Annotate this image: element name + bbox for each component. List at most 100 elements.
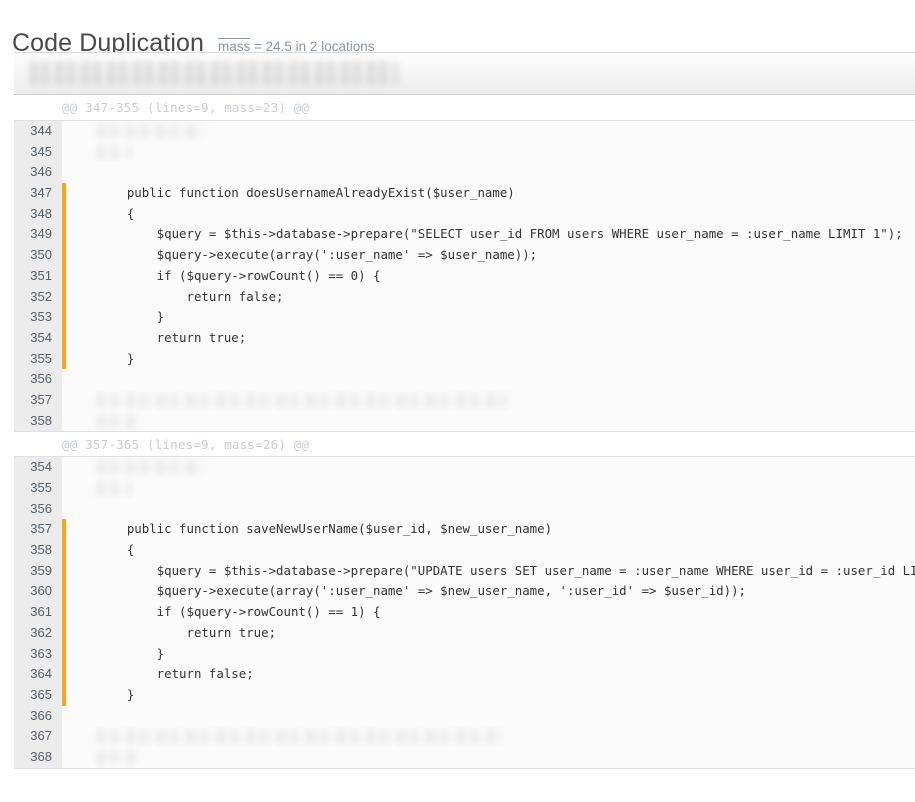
code-line-row: 354 (14, 457, 915, 478)
line-number: 354 (14, 327, 62, 349)
page-header: Code Duplication mass = 24.5 in 2 locati… (0, 0, 915, 55)
code-line-text (66, 390, 915, 411)
line-number: 361 (14, 602, 62, 623)
code-line-text: { (97, 542, 135, 558)
line-number: 352 (14, 286, 62, 308)
code-line-row: 367 (14, 726, 915, 747)
duplication-card: @@ 347-355 (lines=9, mass=23) @@ 344 345 34… (14, 52, 915, 769)
code-line-text (66, 142, 915, 163)
code-line-text: $query->execute(array(':user_name' => $n… (97, 583, 747, 599)
redacted-code-text (97, 392, 507, 408)
code-line-row: 350 $query->execute(array(':user_name' =… (14, 245, 915, 266)
code-line-row: 365 } (14, 684, 915, 706)
redacted-code-text (97, 729, 502, 745)
code-line-text (66, 369, 915, 390)
code-line-text (66, 747, 915, 768)
line-number: 349 (14, 224, 62, 246)
code-line-row: 359 $query = $this->database->prepare("U… (14, 560, 915, 582)
code-line-text: return true; (97, 329, 247, 345)
code-block: 344 345 346 347 public function doesUsernam… (14, 121, 915, 432)
line-number: 347 (14, 183, 62, 204)
line-number: 355 (14, 348, 62, 370)
line-number: 368 (14, 746, 62, 768)
line-number: 367 (14, 726, 62, 747)
line-number: 355 (14, 478, 62, 499)
code-line-row: 361 if ($query->rowCount() == 1) { (14, 602, 915, 623)
redacted-code-text (97, 124, 202, 139)
code-line-text: $query = $this->database->prepare("SELEC… (97, 226, 903, 242)
code-line-text: public function saveNewUserName($user_id… (97, 521, 553, 537)
code-line-row: 346 (14, 162, 915, 184)
line-number: 344 (14, 121, 62, 142)
code-line-row: 356 (14, 369, 915, 390)
line-number: 353 (14, 307, 62, 328)
code-line-text: return true; (97, 624, 277, 640)
line-number: 345 (14, 141, 62, 163)
code-line-row: 355 (14, 478, 915, 499)
hunk-header: @@ 357-365 (lines=9, mass=26) @@ (14, 431, 915, 458)
code-line-row: 360 $query->execute(array(':user_name' =… (14, 581, 915, 603)
code-line-text (66, 706, 915, 727)
code-line-text (66, 411, 915, 432)
code-line-text: if ($query->rowCount() == 0) { (97, 267, 381, 283)
code-line-row: 362 return true; (14, 622, 915, 644)
code-line-row: 349 $query = $this->database->prepare("S… (14, 224, 915, 246)
code-line-row: 344 (14, 121, 915, 142)
code-line-row: 348 { (14, 203, 915, 225)
code-line-row: 357 (14, 389, 915, 411)
line-number: 358 (14, 410, 62, 432)
redacted-code-text (97, 749, 137, 765)
line-number: 364 (14, 664, 62, 685)
line-number: 362 (14, 622, 62, 644)
line-number: 358 (14, 540, 62, 561)
line-number: 363 (14, 643, 62, 665)
code-line-text: public function doesUsernameAlreadyExist… (97, 185, 515, 201)
line-number: 354 (14, 457, 62, 478)
code-line-row: 354 return true; (14, 327, 915, 349)
code-line-row: 358 { (14, 540, 915, 561)
code-line-row: 363 } (14, 643, 915, 665)
line-number: 350 (14, 245, 62, 266)
code-line-text: return false; (97, 288, 284, 304)
line-number: 366 (14, 705, 62, 727)
line-number: 356 (14, 498, 62, 520)
code-line-text (66, 726, 915, 747)
line-number: 356 (14, 369, 62, 390)
code-line-text: } (97, 686, 135, 702)
line-number: 360 (14, 581, 62, 603)
code-line-row: 364 return false; (14, 664, 915, 685)
redacted-code-text (97, 460, 202, 476)
code-line-row: 366 (14, 705, 915, 727)
code-line-row: 345 (14, 141, 915, 163)
line-number: 365 (14, 684, 62, 706)
code-line-row: 352 return false; (14, 286, 915, 308)
redacted-code-text (97, 413, 137, 429)
code-line-text: } (97, 350, 135, 366)
code-line-row: 347 public function doesUsernameAlreadyE… (14, 183, 915, 204)
code-block: 354 355 356 357 public function saveNewUser… (14, 457, 915, 769)
file-path-redacted (30, 61, 398, 85)
code-line-row: 356 (14, 498, 915, 520)
line-number: 346 (14, 162, 62, 184)
code-line-row: 355 } (14, 348, 915, 370)
code-line-text: return false; (97, 666, 254, 682)
code-line-text (66, 457, 915, 478)
line-number: 351 (14, 265, 62, 287)
line-number: 359 (14, 560, 62, 582)
hunk-header: @@ 347-355 (lines=9, mass=23) @@ (14, 95, 915, 121)
code-line-text: $query = $this->database->prepare("UPDAT… (97, 562, 915, 578)
code-line-text: $query->execute(array(':user_name' => $u… (97, 247, 538, 263)
code-line-row: 358 (14, 410, 915, 432)
line-number: 348 (14, 203, 62, 225)
redacted-code-text (97, 144, 132, 160)
code-line-row: 357 public function saveNewUserName($use… (14, 519, 915, 541)
redacted-code-text (97, 481, 132, 496)
code-line-row: 368 (14, 746, 915, 768)
code-line-text: if ($query->rowCount() == 1) { (97, 604, 381, 620)
code-line-text (66, 162, 915, 183)
code-line-text: } (97, 645, 165, 661)
code-line-text (66, 478, 915, 499)
file-path-bar[interactable] (14, 53, 915, 95)
code-line-text: { (97, 205, 135, 221)
code-line-text (66, 121, 915, 142)
